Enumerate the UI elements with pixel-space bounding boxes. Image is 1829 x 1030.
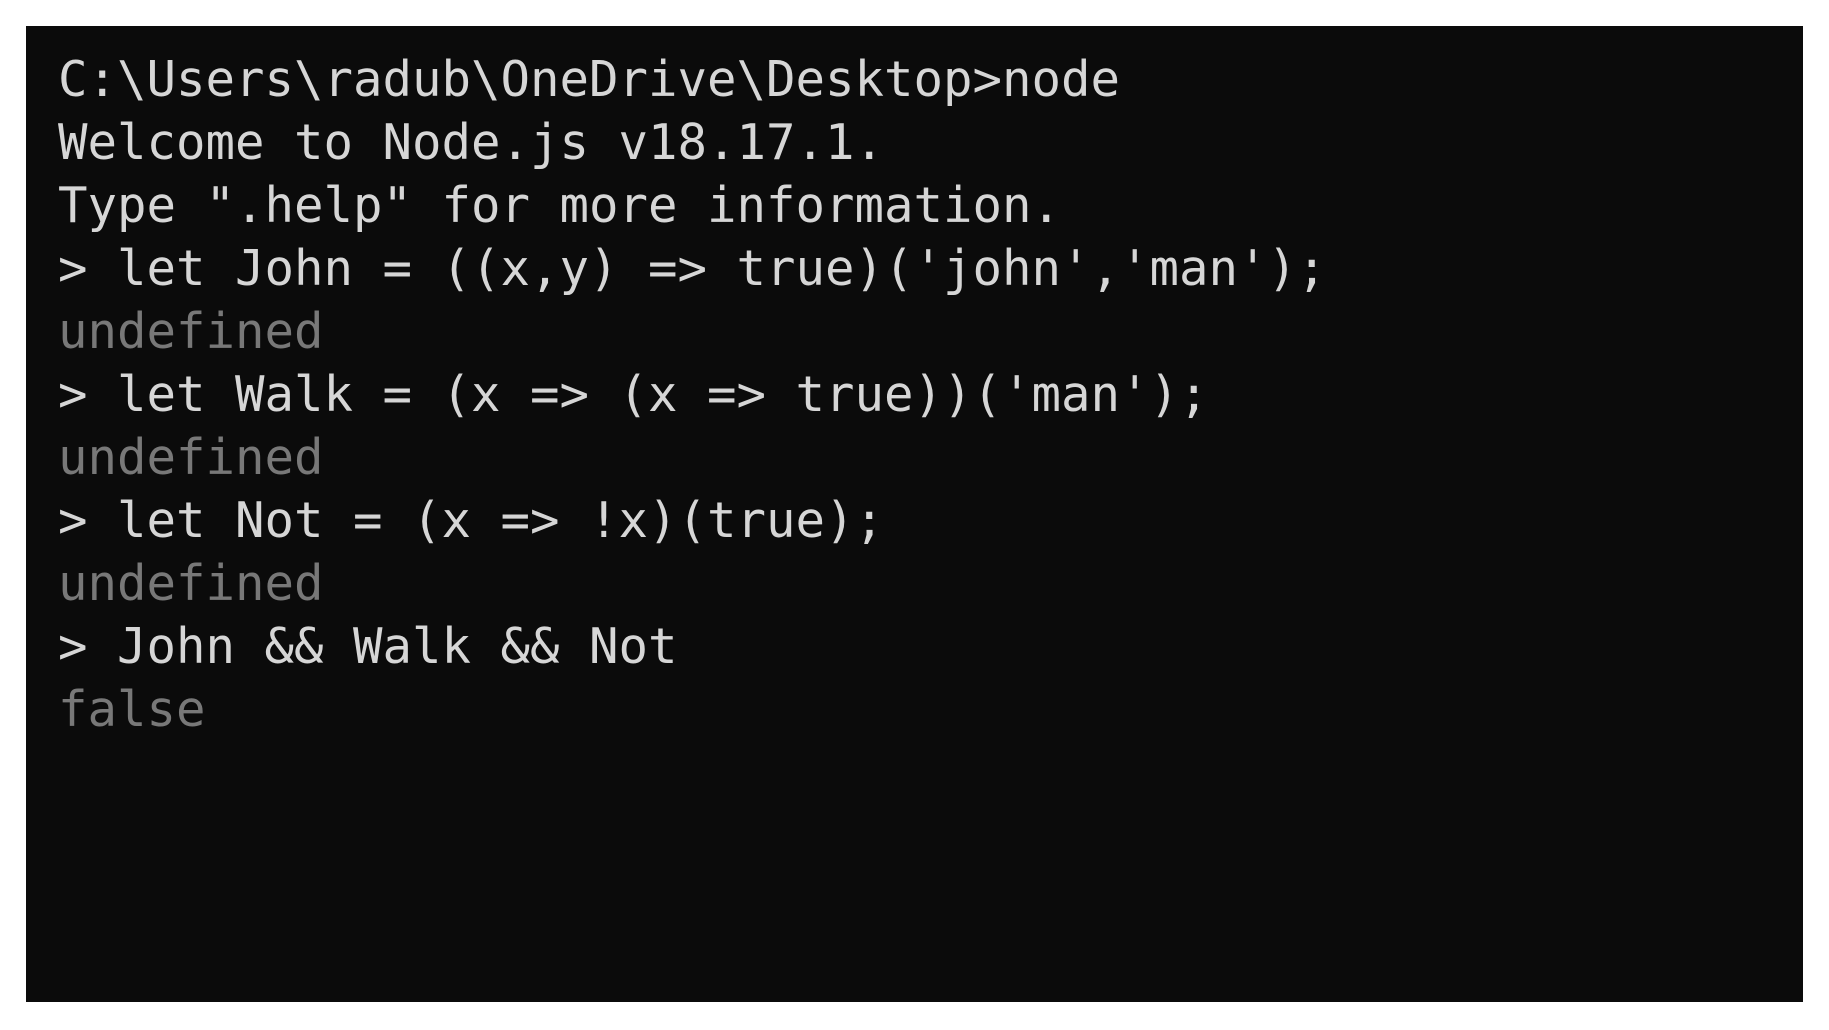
terminal-line: > John && Walk && Not [58, 618, 678, 675]
terminal-line: undefined [58, 555, 324, 612]
terminal-window[interactable]: C:\Users\radub\OneDrive\Desktop>node Welc… [26, 26, 1803, 1002]
terminal-line: undefined [58, 429, 324, 486]
terminal-line: > let John = ((x,y) => true)('john','man… [58, 240, 1327, 297]
terminal-line: > let Walk = (x => (x => true))('man'); [58, 366, 1209, 423]
terminal-line: Welcome to Node.js v18.17.1. [58, 114, 885, 171]
terminal-output-area[interactable]: C:\Users\radub\OneDrive\Desktop>node Welc… [26, 26, 1803, 1002]
terminal-line: false [58, 681, 206, 738]
screenshot-canvas: C:\Users\radub\OneDrive\Desktop>node Welc… [0, 0, 1829, 1030]
terminal-line: Type ".help" for more information. [58, 177, 1062, 234]
terminal-line: > let Not = (x => !x)(true); [58, 492, 885, 549]
terminal-line: C:\Users\radub\OneDrive\Desktop>node [58, 51, 1121, 108]
terminal-line: undefined [58, 303, 324, 360]
